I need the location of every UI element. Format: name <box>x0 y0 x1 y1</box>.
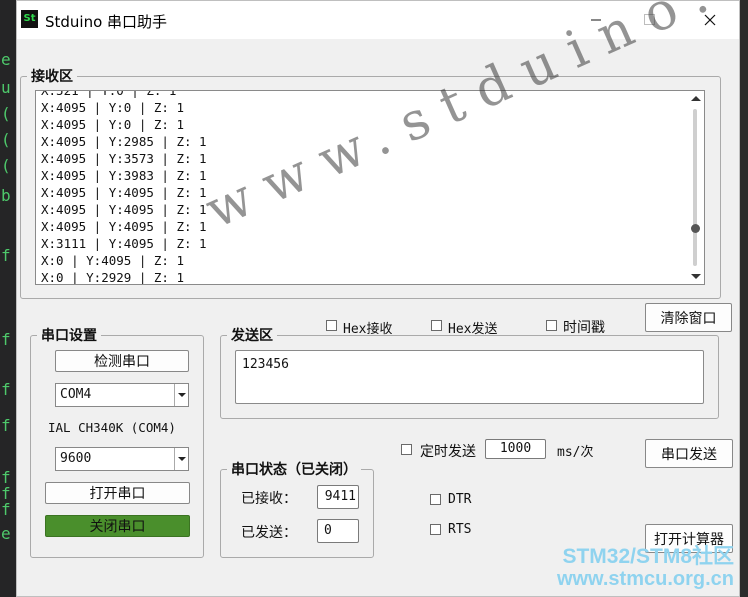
editor-glyph: f <box>1 380 11 399</box>
close-window-button[interactable] <box>687 1 733 39</box>
serial-settings-legend: 串口设置 <box>41 328 97 344</box>
receive-line: X:521 | Y:0 | Z: 1 <box>41 90 177 98</box>
maximize-icon <box>644 14 655 25</box>
receive-line: X:4095 | Y:4095 | Z: 1 <box>41 219 207 234</box>
hex-receive-checkbox[interactable] <box>326 320 337 331</box>
dtr-checkbox[interactable] <box>430 494 441 505</box>
receive-line: X:0 | Y:4095 | Z: 1 <box>41 253 184 268</box>
hex-receive-label: Hex接收 <box>343 322 393 337</box>
dtr-label: DTR <box>448 492 472 507</box>
forum-watermark-url: www.stmcu.org.cn <box>556 568 734 590</box>
detect-port-button[interactable]: 检测串口 <box>55 350 189 372</box>
chevron-down-icon[interactable] <box>174 448 188 470</box>
port-select-value: COM4 <box>60 387 92 402</box>
editor-glyph: e <box>1 524 11 543</box>
port-description: IAL CH340K (COM4) <box>48 420 176 435</box>
receive-line: X:4095 | Y:0 | Z: 1 <box>41 100 184 115</box>
scroll-thumb[interactable] <box>691 224 700 233</box>
editor-glyph: b <box>1 186 11 205</box>
editor-glyph: f <box>1 330 11 349</box>
scroll-track <box>693 109 697 266</box>
receive-line: X:0 | Y:2929 | Z: 1 <box>41 270 184 285</box>
received-label: 已接收： <box>241 491 297 507</box>
receive-line: X:4095 | Y:0 | Z: 1 <box>41 117 184 132</box>
editor-glyph: e <box>1 50 11 69</box>
editor-glyph: u <box>1 78 11 97</box>
timestamp-label: 时间戳 <box>563 320 605 336</box>
receive-line: X:4095 | Y:3983 | Z: 1 <box>41 168 207 183</box>
hex-send-label: Hex发送 <box>448 322 498 337</box>
receive-line: X:4095 | Y:4095 | Z: 1 <box>41 202 207 217</box>
timed-send-label: 定时发送 <box>420 444 476 460</box>
received-count: 9411 <box>317 485 359 509</box>
chevron-down-icon[interactable] <box>174 384 188 406</box>
minimize-button[interactable] <box>573 1 619 39</box>
receive-line: X:4095 | Y:3573 | Z: 1 <box>41 151 207 166</box>
open-port-button[interactable]: 打开串口 <box>45 482 190 504</box>
baud-select-value: 9600 <box>60 451 92 466</box>
receive-line: X:3111 | Y:4095 | Z: 1 <box>41 236 207 251</box>
serial-send-button[interactable]: 串口发送 <box>645 439 733 468</box>
forum-watermark-name: STM32/STM8社区 <box>562 545 734 568</box>
editor-glyph: ( <box>1 130 11 149</box>
timed-send-checkbox[interactable] <box>401 444 412 455</box>
app-logo-icon: St <box>21 10 38 28</box>
receive-scrollbar[interactable] <box>687 91 704 284</box>
receive-textarea[interactable]: X:521 | Y:0 | Z: 1 X:4095 | Y:0 | Z: 1 X:4… <box>35 90 705 285</box>
timestamp-checkbox[interactable] <box>546 320 557 331</box>
send-textarea[interactable]: 123456 <box>235 350 704 404</box>
rts-label: RTS <box>448 522 472 537</box>
port-select[interactable]: COM4 <box>55 383 189 407</box>
scroll-down-icon[interactable] <box>691 274 701 279</box>
minimize-icon <box>591 19 601 21</box>
editor-glyph: f <box>1 500 11 519</box>
app-window: St Stduino 串口助手 接收区 X:521 | Y:0 | Z: 1 X:… <box>16 0 740 597</box>
editor-glyph: f <box>1 416 11 435</box>
window-title: Stduino 串口助手 <box>45 13 168 31</box>
rts-checkbox[interactable] <box>430 524 441 535</box>
close-port-button[interactable]: 关闭串口 <box>45 515 190 537</box>
receive-legend: 接收区 <box>31 69 73 85</box>
receive-lines: X:521 | Y:0 | Z: 1 X:4095 | Y:0 | Z: 1 X:4… <box>41 90 207 285</box>
editor-glyph: ( <box>1 156 11 175</box>
title-bar: St Stduino 串口助手 <box>17 1 739 39</box>
send-legend: 发送区 <box>231 328 273 344</box>
interval-input[interactable]: 1000 <box>485 439 546 459</box>
editor-glyph: ( <box>1 104 11 123</box>
hex-send-checkbox[interactable] <box>431 320 442 331</box>
editor-glyph: f <box>1 246 11 265</box>
close-icon <box>704 14 716 26</box>
interval-unit: ms/次 <box>557 445 594 460</box>
receive-line: X:4095 | Y:4095 | Z: 1 <box>41 185 207 200</box>
sent-label: 已发送： <box>241 525 297 541</box>
scroll-up-icon[interactable] <box>691 96 701 101</box>
receive-line: X:4095 | Y:2985 | Z: 1 <box>41 134 207 149</box>
status-legend: 串口状态（已关闭） <box>231 462 357 478</box>
baud-select[interactable]: 9600 <box>55 447 189 471</box>
sent-count: 0 <box>317 519 359 543</box>
maximize-button[interactable] <box>627 1 673 39</box>
